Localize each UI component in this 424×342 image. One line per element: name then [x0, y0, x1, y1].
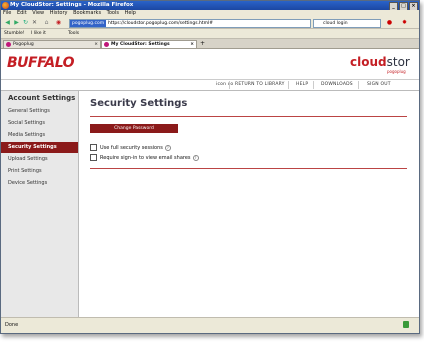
- sidebar-item-print[interactable]: Print Settings: [1, 166, 78, 177]
- sidebar-item-upload[interactable]: Upload Settings: [1, 154, 78, 165]
- search-input[interactable]: cloud login: [313, 19, 381, 28]
- help-link[interactable]: HELP: [296, 82, 308, 88]
- pogoplug-icon: [104, 42, 109, 47]
- option-label: Require sign-in to view email shares: [100, 155, 191, 161]
- search-value: cloud login: [323, 21, 348, 26]
- home-icon[interactable]: ⌂: [43, 19, 50, 26]
- menu-help[interactable]: Help: [123, 10, 138, 17]
- reload-icon[interactable]: ↻: [22, 19, 29, 26]
- help-icon[interactable]: ?: [192, 154, 199, 161]
- tab-pogoplug[interactable]: Pogoplug ×: [3, 40, 101, 48]
- url-bar[interactable]: pogoplug.com https://cloudstor.pogoplug.…: [69, 19, 311, 28]
- addon-icon[interactable]: ◉: [55, 19, 62, 26]
- menu-bookmarks[interactable]: Bookmarks: [71, 10, 103, 17]
- sidebar-title: Account Settings: [8, 94, 76, 102]
- forward-icon[interactable]: ▶: [13, 19, 20, 26]
- sign-out-link[interactable]: SIGN OUT: [367, 82, 391, 88]
- stop-icon[interactable]: ✕: [31, 19, 38, 26]
- site-header: BUFFALO cloudstor pogoplug: [1, 49, 419, 80]
- abp-icon[interactable]: ●: [386, 19, 393, 26]
- page-content: BUFFALO cloudstor pogoplug icon co RETUR…: [1, 49, 419, 317]
- help-icon[interactable]: ?: [164, 144, 171, 151]
- new-tab-icon[interactable]: +: [200, 40, 205, 47]
- options-divider: [90, 168, 407, 169]
- page-title: Security Settings: [90, 98, 188, 109]
- title-divider: [90, 116, 407, 117]
- navigation-toolbar: ◀ ▶ ↻ ✕ ⌂ ◉ pogoplug.com https://cloudst…: [1, 17, 419, 29]
- option-label: Use full security sessions: [100, 145, 163, 151]
- change-password-button[interactable]: Change Password: [90, 124, 178, 133]
- status-text: Done: [5, 322, 19, 328]
- menu-history[interactable]: History: [48, 10, 70, 17]
- logo-cloud: cloud: [350, 55, 387, 69]
- firefox-icon: [2, 2, 9, 9]
- window-title: My CloudStor: Settings - Mozilla Firefox: [10, 2, 134, 8]
- like-button[interactable]: I like it: [31, 30, 46, 37]
- security-lock-icon[interactable]: [403, 321, 409, 328]
- tab-bar: Pogoplug × My CloudStor: Settings × +: [1, 39, 419, 49]
- sidebar-item-social[interactable]: Social Settings: [1, 118, 78, 129]
- sidebar-item-media[interactable]: Media Settings: [1, 130, 78, 141]
- title-bar: My CloudStor: Settings - Mozilla Firefox…: [1, 1, 419, 11]
- back-icon[interactable]: ◀: [4, 19, 11, 26]
- close-tab-icon[interactable]: ×: [190, 41, 194, 49]
- menu-file[interactable]: File: [1, 10, 13, 17]
- extension-icon[interactable]: ✸: [401, 19, 408, 26]
- bookmarks-toolbar: Stumble! I like it Tools: [1, 29, 419, 39]
- full-security-checkbox[interactable]: [90, 144, 97, 151]
- option-require-signin[interactable]: Require sign-in to view email shares?: [90, 154, 199, 162]
- pogoplug-icon: [6, 42, 11, 47]
- option-full-security[interactable]: Use full security sessions?: [90, 144, 171, 152]
- logo-stor: stor: [386, 55, 410, 69]
- menu-edit[interactable]: Edit: [15, 10, 29, 17]
- status-bar: Done: [1, 317, 419, 333]
- close-tab-icon[interactable]: ×: [94, 41, 98, 49]
- url-text[interactable]: https://cloudstor.pogoplug.com/settings.…: [108, 20, 213, 27]
- site-identity-badge[interactable]: pogoplug.com: [70, 20, 106, 27]
- cloudstor-logo[interactable]: cloudstor: [350, 55, 410, 69]
- sidebar-item-general[interactable]: General Settings: [1, 106, 78, 117]
- menu-view[interactable]: View: [30, 10, 46, 17]
- return-to-library-link[interactable]: RETURN TO LIBRARY: [235, 82, 285, 88]
- sidebar-item-security[interactable]: Security Settings: [1, 142, 78, 153]
- menu-bar: File Edit View History Bookmarks Tools H…: [1, 10, 419, 17]
- logo-subtitle: pogoplug: [387, 69, 406, 74]
- user-link[interactable]: icon co: [216, 82, 233, 88]
- tab-settings[interactable]: My CloudStor: Settings ×: [101, 40, 197, 48]
- menu-tools[interactable]: Tools: [105, 10, 121, 17]
- tab-label: My CloudStor: Settings: [111, 42, 170, 47]
- tab-label: Pogoplug: [13, 42, 34, 47]
- downloads-link[interactable]: DOWNLOADS: [321, 82, 353, 88]
- settings-sidebar: Account Settings General Settings Social…: [1, 91, 79, 317]
- browser-window: My CloudStor: Settings - Mozilla Firefox…: [0, 0, 420, 334]
- require-signin-checkbox[interactable]: [90, 154, 97, 161]
- buffalo-logo[interactable]: BUFFALO: [7, 55, 75, 71]
- top-nav: icon co RETURN TO LIBRARY HELP DOWNLOADS…: [1, 80, 419, 91]
- sidebar-item-device[interactable]: Device Settings: [1, 178, 78, 189]
- stumble-button[interactable]: Stumble!: [4, 30, 25, 37]
- tools-button[interactable]: Tools: [68, 30, 79, 37]
